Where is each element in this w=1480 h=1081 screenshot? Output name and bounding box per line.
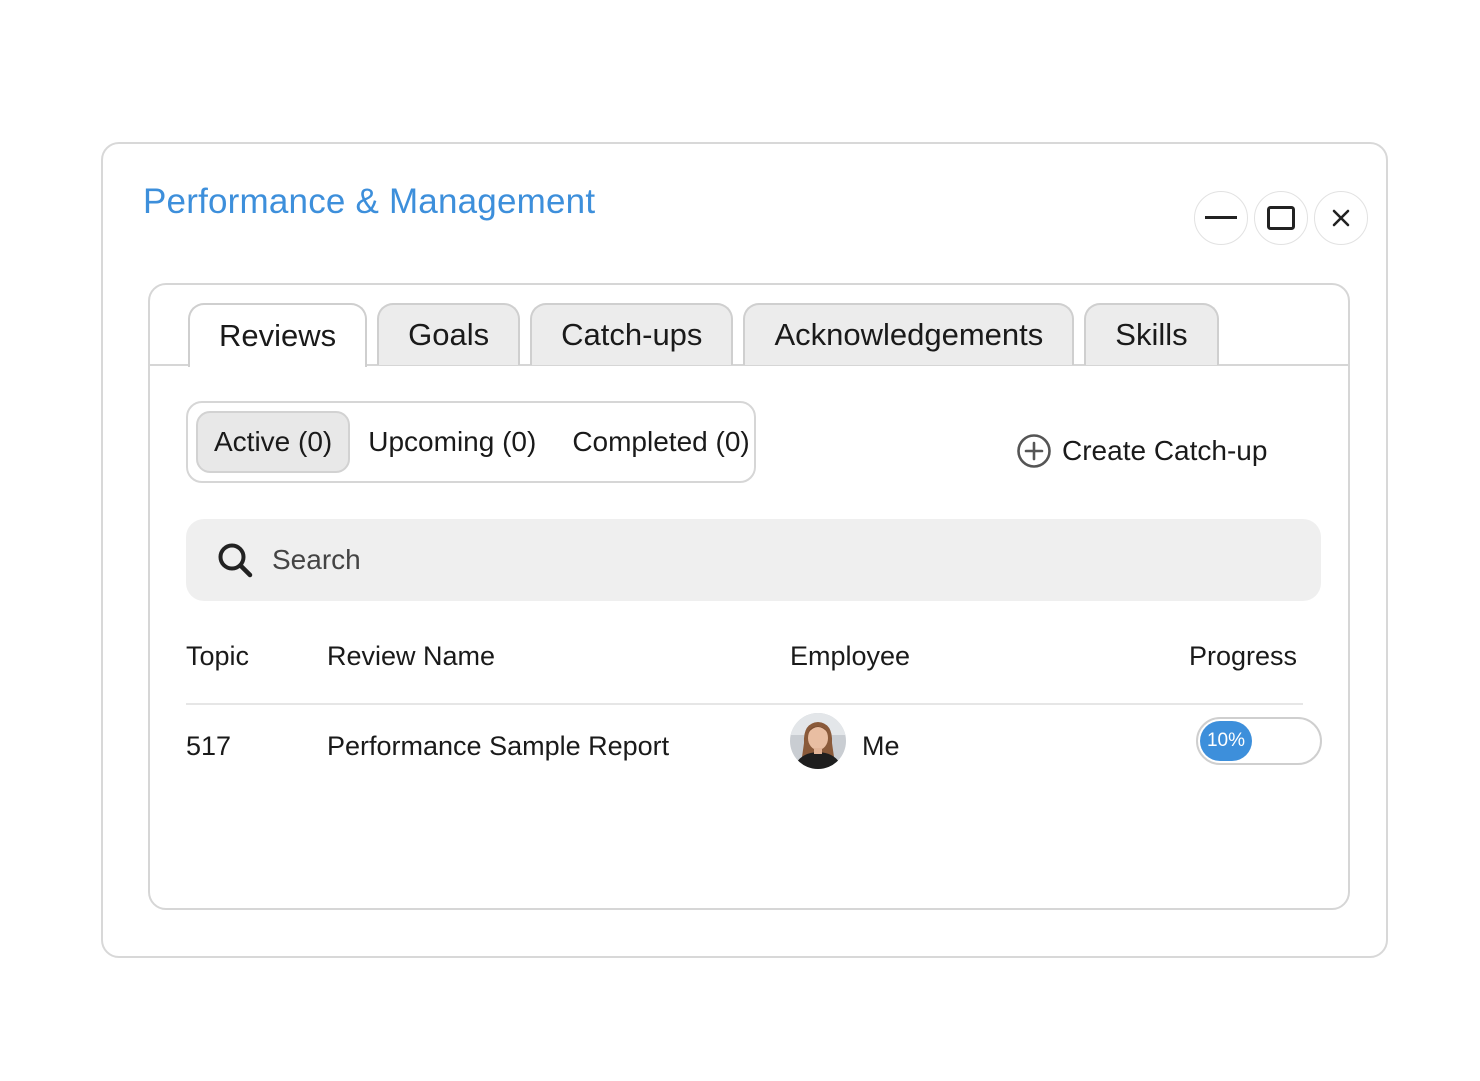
status-filter: Active (0) Upcoming (0) Completed (0) <box>186 401 756 483</box>
plus-circle-icon <box>1017 434 1051 468</box>
content-panel: Reviews Goals Catch-ups Acknowledgements… <box>148 283 1350 910</box>
filter-completed[interactable]: Completed (0) <box>554 411 767 473</box>
progress-fill: 10% <box>1200 721 1252 761</box>
header-topic: Topic <box>186 641 250 671</box>
header-progress: Progress <box>1189 641 1298 671</box>
create-catch-up-label: Create Catch-up <box>1062 435 1268 466</box>
cell-employee: Me <box>862 731 900 761</box>
minimize-icon <box>1205 216 1237 219</box>
create-catch-up-button[interactable]: Create Catch-up <box>1016 433 1267 469</box>
maximize-button[interactable] <box>1254 191 1308 245</box>
close-icon <box>1332 209 1350 227</box>
maximize-icon <box>1267 206 1295 230</box>
minimize-button[interactable] <box>1194 191 1248 245</box>
filter-active[interactable]: Active (0) <box>196 411 351 473</box>
cell-topic: 517 <box>186 731 232 761</box>
search-bar[interactable] <box>186 519 1321 601</box>
header-employee: Employee <box>790 641 911 671</box>
window-controls <box>1194 191 1368 245</box>
search-icon <box>218 543 253 578</box>
tab-goals[interactable]: Goals <box>377 303 521 365</box>
search-input[interactable] <box>270 543 1174 577</box>
cell-review-name[interactable]: Performance Sample Report <box>327 731 669 762</box>
tab-bar: Reviews Goals Catch-ups Acknowledgements… <box>188 303 1219 367</box>
close-button[interactable] <box>1314 191 1368 245</box>
tab-skills[interactable]: Skills <box>1084 303 1219 365</box>
filter-upcoming[interactable]: Upcoming (0) <box>350 411 554 473</box>
avatar <box>790 713 846 769</box>
tab-reviews[interactable]: Reviews <box>188 303 368 367</box>
progress-bar: 10% <box>1196 717 1322 765</box>
tab-acknowledgements[interactable]: Acknowledgements <box>743 303 1075 365</box>
window-title: Performance & Management <box>143 182 596 221</box>
table-divider <box>186 703 1303 705</box>
header-review-name: Review Name <box>327 641 496 671</box>
tab-catch-ups[interactable]: Catch-ups <box>530 303 734 365</box>
window: Performance & Management Reviews Goals C… <box>101 142 1388 958</box>
